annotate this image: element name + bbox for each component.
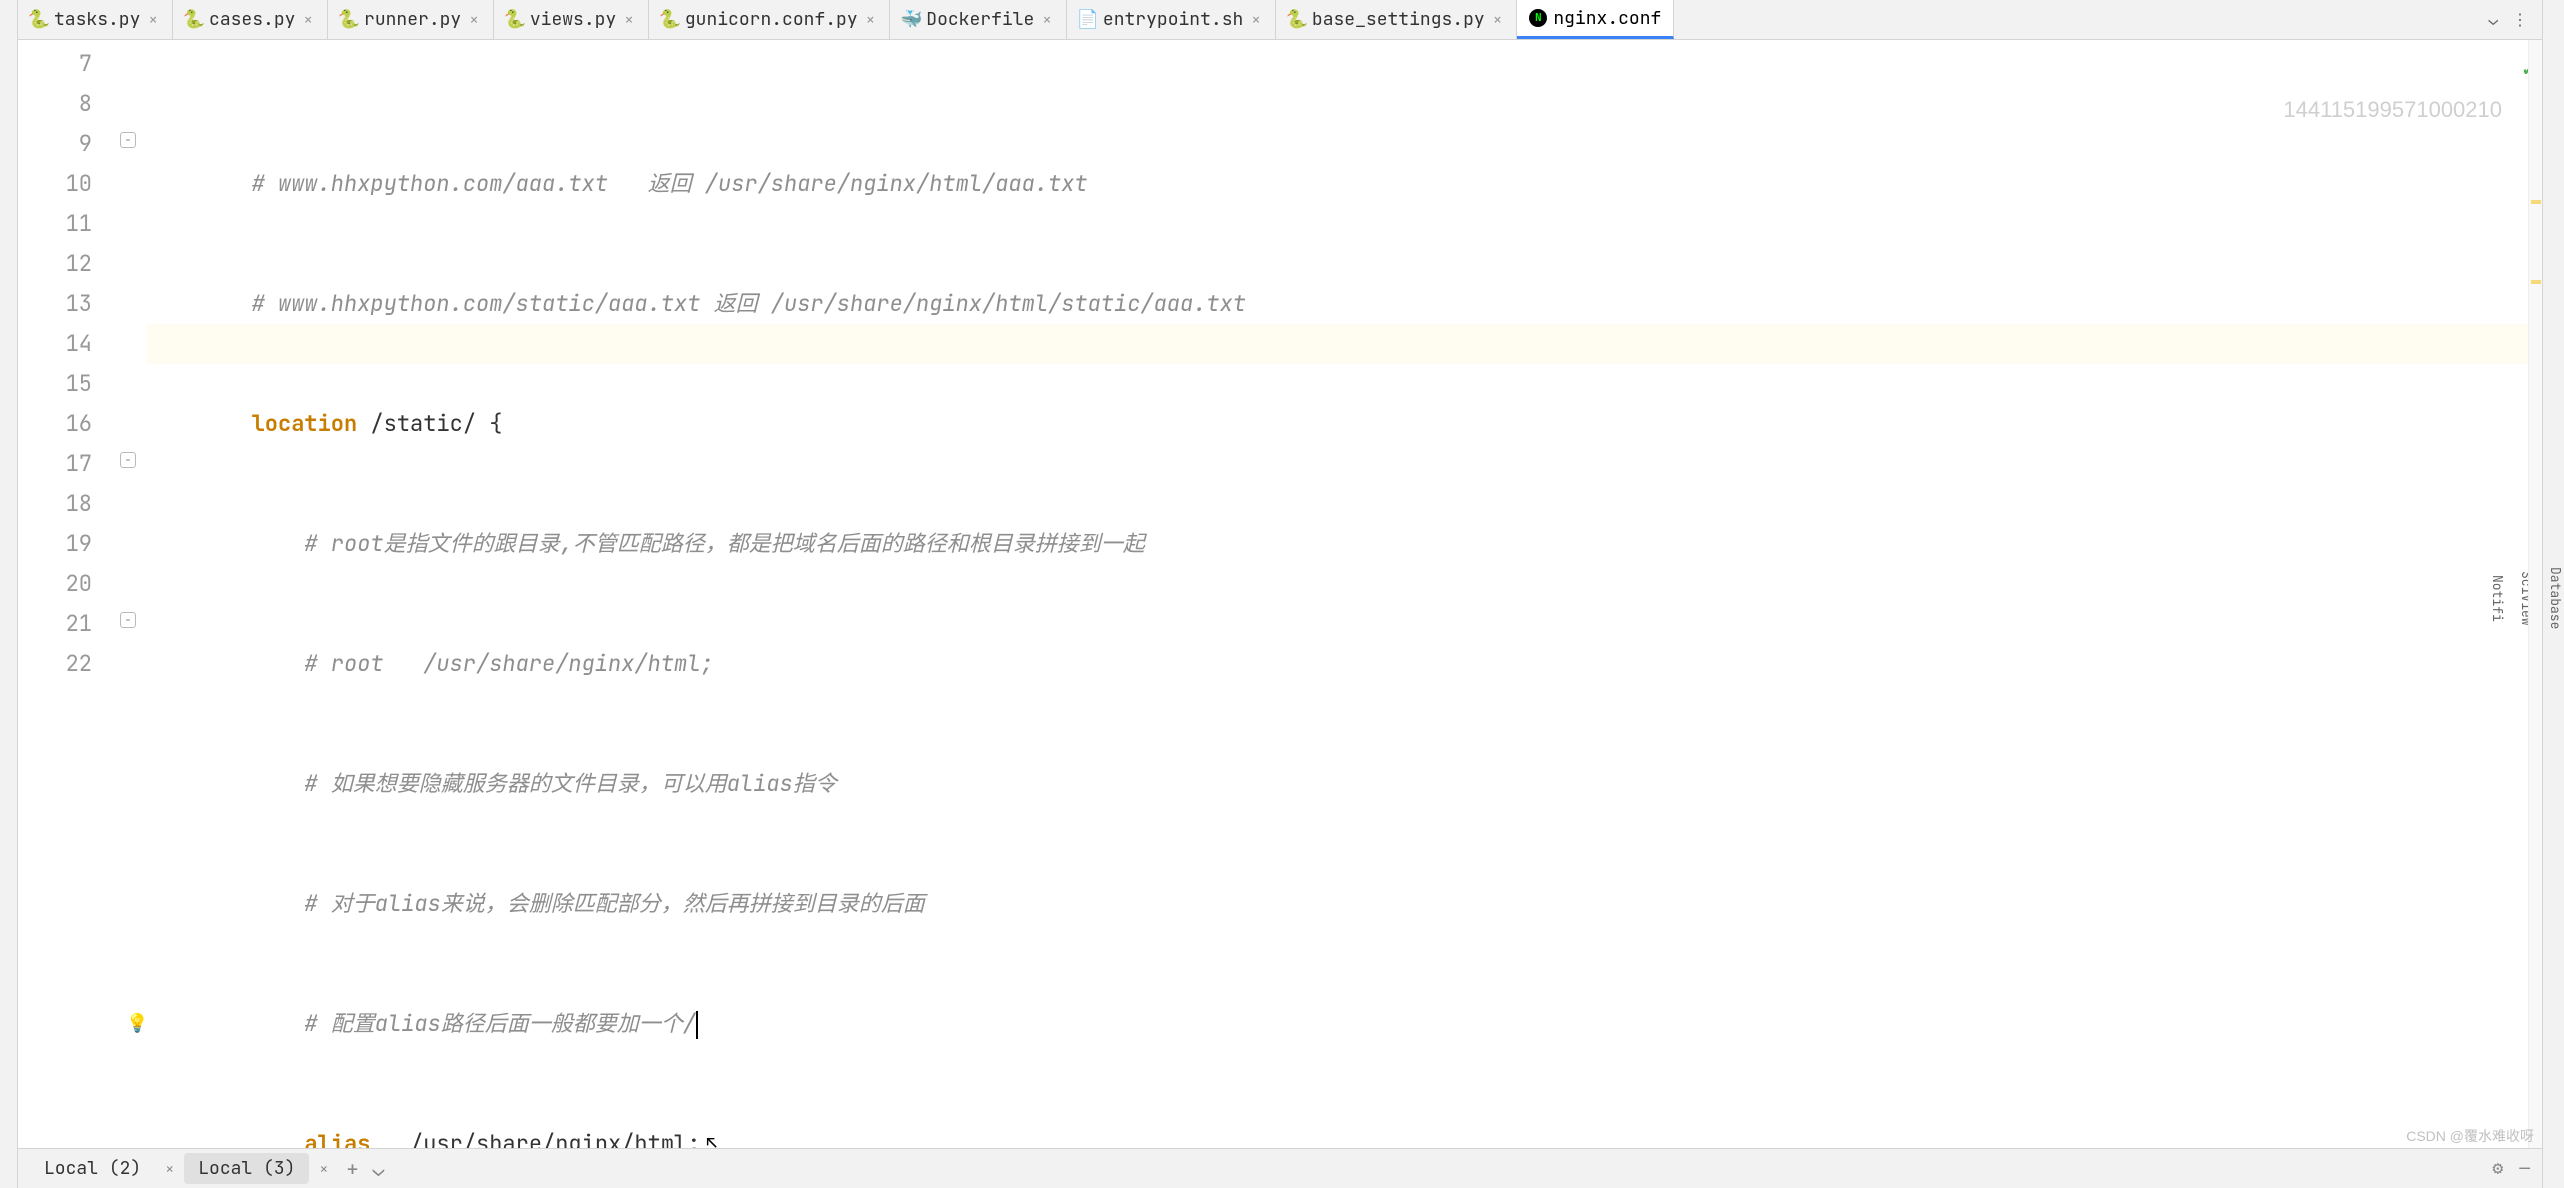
tab-nginx[interactable]: N nginx.conf: [1517, 0, 1674, 39]
code-editor[interactable]: 7 8 9 10 11 12 13 14 15 16 17 18 19 20 2…: [18, 40, 2542, 1148]
close-icon[interactable]: ×: [864, 9, 878, 30]
tab-label: nginx.conf: [1553, 7, 1661, 30]
code-area[interactable]: # www.hhxpython.com/aaa.txt 返回 /usr/shar…: [146, 40, 2542, 1148]
chevron-down-icon[interactable]: ⌄: [372, 1156, 384, 1182]
close-icon[interactable]: ×: [1249, 9, 1263, 30]
tab-cases[interactable]: 🐍 cases.py ×: [173, 0, 328, 39]
mouse-cursor-icon: ↖: [706, 1124, 717, 1148]
fold-toggle-icon[interactable]: −: [120, 132, 136, 148]
docker-icon: 🐳: [902, 11, 920, 29]
credit-watermark: CSDN @覆水难收呀: [2406, 1126, 2534, 1146]
line-number: 19: [18, 524, 118, 564]
gear-icon[interactable]: ⚙: [2492, 1157, 2503, 1180]
line-number: 11: [18, 204, 118, 244]
code-text: # root /usr/share/nginx/html;: [146, 649, 714, 678]
line-number: 10: [18, 164, 118, 204]
close-icon[interactable]: ×: [1491, 9, 1505, 30]
run-tab-local2[interactable]: Local (2): [30, 1153, 155, 1184]
editor-tabs: 🐍 tasks.py × 🐍 cases.py × 🐍 runner.py × …: [18, 0, 2542, 40]
watermark-text: 144115199571000210: [2283, 90, 2502, 130]
line-number: 22: [18, 644, 118, 684]
current-line-highlight: [146, 324, 2542, 364]
code-text: # 配置alias路径后面一般都要加一个/: [146, 1009, 696, 1038]
close-icon[interactable]: ×: [301, 9, 315, 30]
warning-marker[interactable]: [2531, 280, 2541, 284]
tab-label: views.py: [530, 8, 616, 31]
run-tab-local3[interactable]: Local (3): [184, 1153, 309, 1184]
close-icon[interactable]: ×: [1040, 9, 1054, 30]
code-text: # www.hhxpython.com/static/aaa.txt 返回 /u…: [146, 289, 1246, 318]
code-text: /static/ {: [357, 409, 502, 438]
line-number: 17: [18, 444, 118, 484]
line-number: 16: [18, 404, 118, 444]
run-tabs: Local (2) × Local (3) × + ⌄ ⚙ —: [18, 1148, 2542, 1188]
intention-bulb-icon[interactable]: 💡: [126, 1004, 148, 1044]
close-icon[interactable]: ×: [622, 9, 636, 30]
line-number: 12: [18, 244, 118, 284]
line-gutter: 7 8 9 10 11 12 13 14 15 16 17 18 19 20 2…: [18, 40, 118, 1148]
code-text: # www.hhxpython.com/aaa.txt 返回 /usr/shar…: [146, 169, 1088, 198]
line-number: 13: [18, 284, 118, 324]
python-icon: 🐍: [30, 11, 48, 29]
tab-label: gunicorn.conf.py: [685, 8, 858, 31]
tab-label: base_settings.py: [1312, 8, 1485, 31]
python-icon: 🐍: [185, 11, 203, 29]
fold-column: − − −: [118, 40, 146, 1148]
shell-icon: 📄: [1079, 11, 1097, 29]
line-number: 8: [18, 84, 118, 124]
tab-label: runner.py: [364, 8, 461, 31]
tab-entrypoint[interactable]: 📄 entrypoint.sh ×: [1067, 0, 1276, 39]
python-icon: 🐍: [1288, 11, 1306, 29]
python-icon: 🐍: [506, 11, 524, 29]
tab-label: Local (2): [44, 1157, 141, 1180]
minimize-icon[interactable]: —: [2519, 1157, 2530, 1180]
fold-toggle-icon[interactable]: −: [120, 612, 136, 628]
nginx-icon: N: [1529, 9, 1547, 27]
close-icon[interactable]: ×: [146, 9, 160, 30]
tab-label: Dockerfile: [926, 8, 1034, 31]
left-tool-strip[interactable]: [0, 0, 18, 1188]
tab-runner[interactable]: 🐍 runner.py ×: [328, 0, 494, 39]
tool-database[interactable]: Database: [2547, 567, 2564, 629]
right-tool-strip[interactable]: Database SciView Notifi: [2542, 0, 2564, 1188]
python-icon: 🐍: [661, 11, 679, 29]
chevron-down-icon[interactable]: ⌄: [2488, 9, 2498, 30]
minimap-scrollbar[interactable]: [2528, 40, 2542, 1148]
warning-marker[interactable]: [2531, 200, 2541, 204]
code-text: alias: [304, 1129, 370, 1148]
tab-gunicorn[interactable]: 🐍 gunicorn.conf.py ×: [649, 0, 890, 39]
tab-views[interactable]: 🐍 views.py ×: [494, 0, 649, 39]
code-text: # 如果想要隐藏服务器的文件目录，可以用alias指令: [146, 769, 837, 798]
tab-label: Local (3): [198, 1157, 295, 1180]
tab-tasks[interactable]: 🐍 tasks.py ×: [18, 0, 173, 39]
code-text: location: [252, 409, 358, 438]
more-icon[interactable]: ⋮: [2512, 9, 2528, 30]
code-text: # root是指文件的跟目录,不管匹配路径，都是把域名后面的路径和根目录拼接到一…: [146, 529, 1145, 558]
line-number: 20: [18, 564, 118, 604]
text-cursor: [696, 1011, 698, 1039]
tab-base-settings[interactable]: 🐍 base_settings.py ×: [1276, 0, 1517, 39]
python-icon: 🐍: [340, 11, 358, 29]
line-number: 21: [18, 604, 118, 644]
line-number: 9: [18, 124, 118, 164]
close-icon[interactable]: ×: [161, 1159, 178, 1179]
line-number: 7: [18, 44, 118, 84]
add-tab-icon[interactable]: +: [346, 1156, 358, 1182]
code-text: /usr/share/nginx/html;: [370, 1129, 700, 1148]
fold-toggle-icon[interactable]: −: [120, 452, 136, 468]
line-number: 18: [18, 484, 118, 524]
close-icon[interactable]: ×: [315, 1159, 332, 1179]
tab-label: entrypoint.sh: [1103, 8, 1243, 31]
close-icon[interactable]: ×: [467, 9, 481, 30]
tab-label: cases.py: [209, 8, 295, 31]
tab-dockerfile[interactable]: 🐳 Dockerfile ×: [890, 0, 1067, 39]
line-number: 14: [18, 324, 118, 364]
tab-label: tasks.py: [54, 8, 140, 31]
code-text: # 对于alias来说，会删除匹配部分，然后再拼接到目录的后面: [146, 889, 925, 918]
line-number: 15: [18, 364, 118, 404]
